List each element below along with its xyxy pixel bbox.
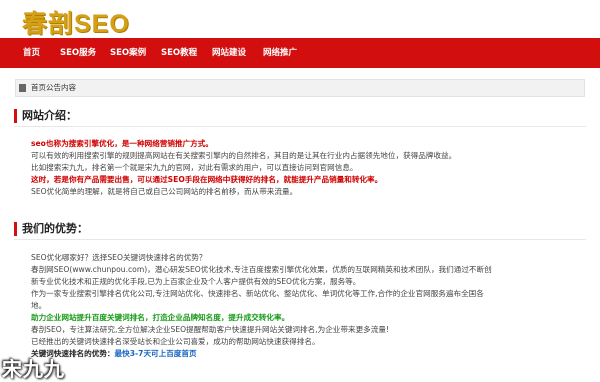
site-header: 春剖SEO <box>0 0 600 38</box>
nav-item-net-promotion[interactable]: 网络推广 <box>263 38 297 68</box>
nav-item-website-build[interactable]: 网站建设 <box>212 38 246 68</box>
advantages-line-3: 新专业优化技术和正规的优化手段,已为上百家企业及个人客户提供有效的SEO优化方案… <box>31 277 361 286</box>
announcement-text[interactable]: 首页公告内容 <box>31 80 76 96</box>
intro-line-2: 可以有效的利用搜索引擎的规则提高网站在有关搜索引擎内的自然排名，其目的是让其在行… <box>31 151 457 160</box>
intro-line-4: 这时，若是你有产品需要出售，可以通过SEO手段在网络中获得好的排名，就能提升产品… <box>31 175 383 184</box>
announcement-bar: 首页公告内容 <box>15 79 585 97</box>
advantages-line-6: 助力企业网站提升百度关键词排名，打造企业品牌知名度，提升成交转化率。 <box>31 313 290 322</box>
main-nav: 首页 SEO服务 SEO案例 SEO教程 网站建设 网络推广 <box>0 38 600 68</box>
advantages-line-5: 地。 <box>31 301 47 310</box>
advantages-title-bar <box>14 222 17 236</box>
announcement-icon <box>19 84 26 92</box>
advantages-line-2: 春剖网SEO(www.chunpou.com)，潜心研发SEO优化技术,专注百度… <box>31 265 492 274</box>
site-logo[interactable]: 春剖SEO <box>22 4 130 40</box>
advantages-line-7: 春剖SEO，专注算法研究,全方位解决企业SEO提醒帮助客户快速提升网站关键词排名… <box>31 325 389 334</box>
speed-value: 最快3-7天可上百度首页 <box>114 349 197 358</box>
nav-item-seo-tutorial[interactable]: SEO教程 <box>161 38 197 68</box>
nav-item-seo-cases[interactable]: SEO案例 <box>110 38 146 68</box>
intro-line-3: 比如搜索宋九九，排名第一个就是宋九九的官网，对此有需求的用户，可以直接访问到官网… <box>31 163 358 172</box>
advantages-line-1: SEO优化哪家好？选择SEO关键词快速排名的优势？ <box>31 253 207 262</box>
advantages-line-4: 作为一家专业搜索引擎排名优化公司,专注网站优化、快速排名、新站优化、整站优化、单… <box>31 289 484 298</box>
intro-line-5: SEO优化简单的理解，就是将自己或自己公司网站的排名前移，而从带来流量。 <box>31 187 298 196</box>
nav-item-home[interactable]: 首页 <box>23 38 40 68</box>
nav-item-seo-service[interactable]: SEO服务 <box>60 38 96 68</box>
intro-title-bar <box>14 109 17 123</box>
intro-line-1: seo也称为搜索引擎优化，是一种网络营销推广方式。 <box>31 139 213 148</box>
advantages-line-8: 已经推出的关键词快速排名深受站长和企业公司喜爱，成功的帮助网站快速获得排名。 <box>31 337 320 346</box>
advantages-title: 我们的优势： <box>22 222 88 235</box>
intro-title: 网站介绍： <box>22 109 77 122</box>
advantages-divider <box>14 239 586 240</box>
intro-divider <box>14 126 586 127</box>
